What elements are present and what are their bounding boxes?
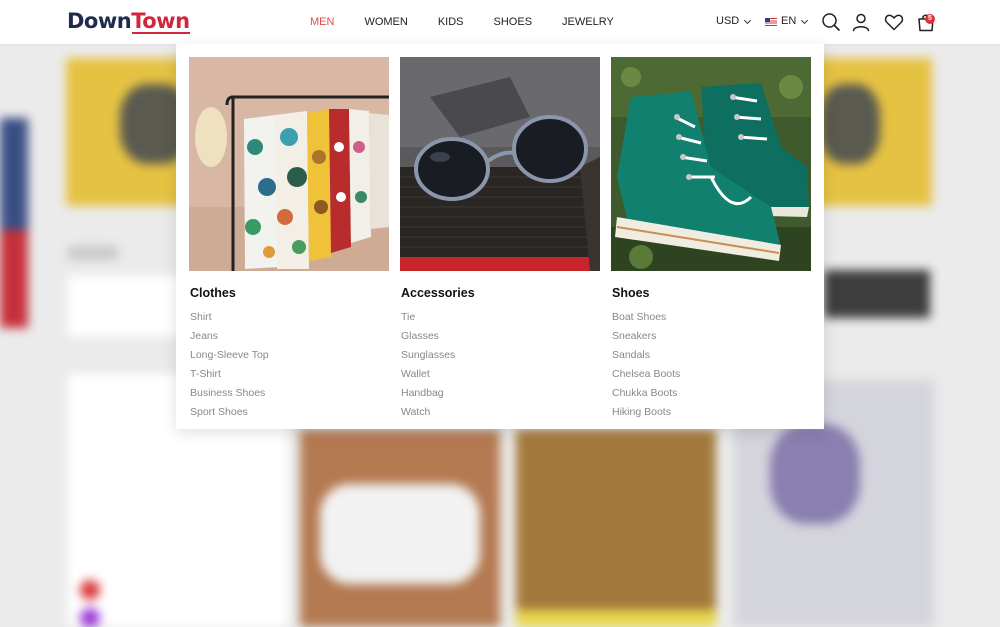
blurred-product-figure	[770, 424, 860, 524]
user-icon[interactable]	[850, 11, 872, 33]
clothes-rack-image[interactable]	[189, 57, 389, 271]
chevron-down-icon	[801, 16, 809, 24]
menu-link-chelsea-boots[interactable]: Chelsea Boots	[612, 365, 811, 384]
category-title-shoes[interactable]: Shoes	[612, 285, 811, 301]
blurred-product-shoe	[320, 484, 480, 584]
heart-icon[interactable]	[883, 11, 905, 33]
logo-underline	[132, 32, 190, 34]
category-title-clothes[interactable]: Clothes	[190, 285, 389, 301]
category-list-accessories: Tie Glasses Sunglasses Wallet Handbag Wa…	[401, 308, 600, 422]
currency-selector[interactable]: USD	[716, 14, 752, 29]
blurred-button-dark	[824, 270, 930, 318]
menu-link-chukka-boots[interactable]: Chukka Boots	[612, 384, 811, 403]
bag-icon[interactable]: 5	[915, 11, 937, 33]
nav-item-kids[interactable]: KIDS	[438, 15, 464, 29]
menu-link-handbag[interactable]: Handbag	[401, 384, 600, 403]
category-list-shoes: Boat Shoes Sneakers Sandals Chelsea Boot…	[612, 308, 811, 422]
menu-link-wallet[interactable]: Wallet	[401, 365, 600, 384]
main-nav: MEN WOMEN KIDS SHOES JEWELRY	[310, 15, 644, 29]
menu-link-long-sleeve-top[interactable]: Long-Sleeve Top	[190, 346, 389, 365]
chevron-down-icon	[744, 16, 752, 24]
nav-item-shoes[interactable]: SHOES	[494, 15, 533, 29]
category-title-accessories[interactable]: Accessories	[401, 285, 600, 301]
site-header: DownTown MEN WOMEN KIDS SHOES JEWELRY US…	[0, 0, 1000, 44]
blurred-left-rail	[0, 118, 28, 230]
menu-link-sandals[interactable]: Sandals	[612, 346, 811, 365]
mega-menu-column-shoes: Shoes Boat Shoes Sneakers Sandals Chelse…	[611, 57, 811, 422]
language-label: EN	[781, 15, 797, 27]
blurred-left-rail-red	[0, 230, 28, 328]
menu-link-sunglasses[interactable]: Sunglasses	[401, 346, 600, 365]
search-icon[interactable]	[820, 11, 842, 33]
menu-link-tie[interactable]: Tie	[401, 308, 600, 327]
blurred-filter-title	[68, 246, 118, 260]
us-flag-icon	[765, 17, 777, 26]
menu-link-hiking-boots[interactable]: Hiking Boots	[612, 403, 811, 422]
menu-link-t-shirt[interactable]: T-Shirt	[190, 365, 389, 384]
menu-link-glasses[interactable]: Glasses	[401, 327, 600, 346]
menu-link-sneakers[interactable]: Sneakers	[612, 327, 811, 346]
nav-item-men[interactable]: MEN	[310, 15, 334, 29]
site-logo[interactable]: DownTown	[67, 9, 190, 34]
currency-label: USD	[716, 15, 740, 27]
blurred-product-tag	[516, 610, 716, 627]
blurred-swatch-purple	[80, 608, 100, 627]
blurred-hero-shape	[820, 84, 880, 164]
menu-link-watch[interactable]: Watch	[401, 403, 600, 422]
nav-item-women[interactable]: WOMEN	[364, 15, 407, 29]
mega-menu: Clothes Shirt Jeans Long-Sleeve Top T-Sh…	[176, 44, 824, 429]
green-boots-image[interactable]	[611, 57, 811, 271]
blurred-filter-box	[68, 544, 288, 627]
menu-link-sport-shoes[interactable]: Sport Shoes	[190, 403, 389, 422]
menu-link-business-shoes[interactable]: Business Shoes	[190, 384, 389, 403]
menu-link-jeans[interactable]: Jeans	[190, 327, 389, 346]
logo-text-down: Down	[67, 9, 132, 33]
category-list-clothes: Shirt Jeans Long-Sleeve Top T-Shirt Busi…	[190, 308, 389, 422]
menu-link-shirt[interactable]: Shirt	[190, 308, 389, 327]
sunglasses-image[interactable]	[400, 57, 600, 271]
logo-text-town: Town	[131, 9, 190, 33]
menu-link-boat-shoes[interactable]: Boat Shoes	[612, 308, 811, 327]
mega-menu-column-clothes: Clothes Shirt Jeans Long-Sleeve Top T-Sh…	[189, 57, 389, 422]
blurred-product-card	[516, 430, 716, 627]
cart-count-badge: 5	[925, 14, 935, 24]
nav-item-jewelry[interactable]: JEWELRY	[562, 15, 614, 29]
mega-menu-column-accessories: Accessories Tie Glasses Sunglasses Walle…	[400, 57, 600, 422]
language-selector[interactable]: EN	[765, 14, 809, 29]
blurred-swatch-red	[80, 580, 100, 600]
